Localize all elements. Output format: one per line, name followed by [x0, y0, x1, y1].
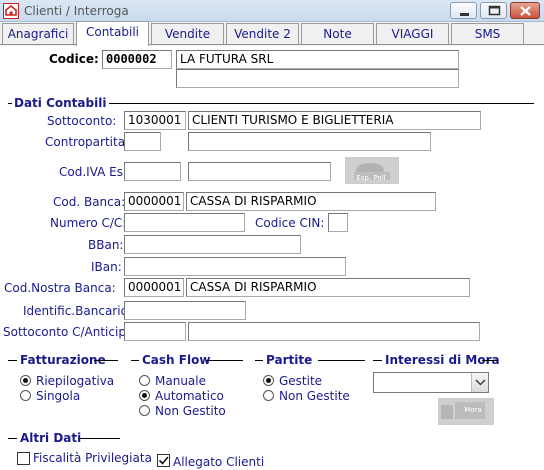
partite-line-left — [255, 360, 263, 361]
contropartita-desc-field[interactable] — [188, 132, 431, 151]
nostrabanca-label: Cod.Nostra Banca: — [4, 281, 116, 295]
iban-label: IBan: — [91, 260, 122, 274]
altri-dati-title: Altri Dati — [20, 431, 82, 445]
identific-label: Identific.Bancario: — [23, 304, 132, 318]
partite-line — [318, 360, 365, 361]
partite-gestite-label: Gestite — [279, 374, 323, 388]
codiva-desc-field[interactable] — [188, 162, 331, 181]
chevron-down-icon[interactable] — [471, 373, 488, 392]
mora-line-left — [373, 360, 382, 361]
esp-poll-label: Esp. Poll. — [356, 174, 387, 182]
cin-label: Codice CIN: — [255, 216, 325, 230]
tab-anagrafici[interactable]: Anagrafici — [2, 23, 74, 44]
tab-contabili[interactable]: Contabili — [76, 21, 149, 46]
fatturazione-riepilogativa-label: Riepilogativa — [36, 374, 115, 388]
fatturazione-line — [94, 360, 118, 361]
codice-label: Codice: — [49, 52, 99, 66]
sottoconto-code-field[interactable]: 1030001 — [124, 111, 186, 130]
sottoconto-label: Sottoconto: — [47, 114, 117, 128]
codice-field[interactable]: 0000002 — [102, 50, 172, 69]
cashflow-title: Cash Flow — [142, 353, 211, 367]
fatturazione-line-left — [8, 360, 17, 361]
nostrabanca-desc-field[interactable]: CASSA DI RISPARMIO — [186, 278, 470, 297]
tab-sms[interactable]: SMS — [451, 23, 524, 44]
fiscalita-privilegiata-label: Fiscalità Privilegiata — [33, 451, 152, 465]
identific-field[interactable] — [124, 301, 246, 320]
cashflow-nongestito-radio[interactable] — [139, 405, 150, 416]
tab-viaggi[interactable]: VIAGGI — [376, 23, 449, 44]
altri-dati-line — [80, 438, 120, 439]
mora-icon: Mora — [441, 402, 485, 419]
cashflow-line-left — [131, 360, 139, 361]
tab-strip: Anagrafici Contabili Vendite Vendite 2 N… — [0, 21, 544, 46]
title-bar: Clienti / Interroga — [0, 0, 544, 22]
maximize-button[interactable] — [480, 2, 507, 19]
maximize-icon — [488, 5, 501, 16]
nostrabanca-code-field[interactable]: 0000001 — [124, 278, 184, 297]
codiva-label: Cod.IVA Es: — [59, 165, 128, 179]
ragione-sociale-2-field[interactable] — [176, 69, 459, 88]
iban-field[interactable] — [124, 257, 346, 276]
cashflow-manuale-radio[interactable] — [139, 375, 150, 386]
tab-note[interactable]: Note — [301, 23, 374, 44]
anticipo-code-field[interactable] — [124, 322, 186, 341]
bban-field[interactable] — [124, 235, 301, 254]
allegato-clienti-checkbox[interactable] — [157, 454, 170, 467]
codiva-code-field[interactable] — [124, 162, 181, 181]
cashflow-manuale-label: Manuale — [155, 374, 206, 388]
minimize-button[interactable] — [450, 2, 477, 19]
fiscalita-privilegiata-checkbox[interactable] — [17, 452, 30, 465]
cin-field[interactable] — [328, 213, 348, 232]
tab-vendite[interactable]: Vendite — [151, 23, 224, 44]
cashflow-automatico-label: Automatico — [155, 389, 224, 403]
codbanca-label: Cod. Banca: — [53, 195, 126, 209]
fatturazione-title: Fatturazione — [20, 353, 106, 367]
fatturazione-singola-radio[interactable] — [20, 390, 31, 401]
fatturazione-riepilogativa-radio[interactable] — [20, 375, 31, 386]
esp-poll-button[interactable]: Esp. Poll. — [345, 157, 399, 184]
altri-dati-line-left — [8, 438, 17, 439]
partite-nongestite-radio[interactable] — [263, 390, 274, 401]
codbanca-code-field[interactable]: 0000001 — [124, 192, 184, 211]
minimize-icon — [460, 13, 469, 16]
partite-nongestite-label: Non Gestite — [279, 389, 350, 403]
close-button[interactable] — [510, 2, 540, 19]
contropartita-label: Contropartita: — [45, 135, 130, 149]
mora-button-label: Mora — [464, 406, 482, 414]
anticipo-label: Sottoconto C/Anticipo: — [3, 325, 138, 339]
numerocc-label: Numero C/C: — [50, 216, 127, 230]
anticipo-desc-field[interactable] — [188, 322, 480, 341]
ragione-sociale-field[interactable]: LA FUTURA SRL — [176, 50, 459, 69]
checkmark-icon — [158, 456, 169, 465]
numerocc-field[interactable] — [124, 213, 245, 232]
mora-button[interactable]: Mora — [438, 398, 494, 425]
cashflow-automatico-radio[interactable] — [139, 390, 150, 401]
section-line — [109, 103, 534, 104]
partite-title: Partite — [266, 353, 313, 367]
esp-poll-icon: Esp. Poll. — [354, 163, 390, 182]
contropartita-code-field[interactable] — [124, 132, 161, 151]
interessi-mora-select[interactable] — [373, 372, 489, 393]
dati-contabili-title: Dati Contabili — [14, 96, 107, 110]
window-title: Clienti / Interroga — [24, 4, 129, 18]
codbanca-desc-field[interactable]: CASSA DI RISPARMIO — [186, 192, 436, 211]
allegato-clienti-label: Allegato Clienti — [173, 455, 265, 469]
app-home-icon — [3, 3, 19, 19]
bban-label: BBan: — [88, 238, 124, 252]
mora-line — [482, 360, 498, 361]
fatturazione-singola-label: Singola — [36, 389, 81, 403]
cashflow-line — [206, 360, 243, 361]
tab-vendite-2[interactable]: Vendite 2 — [226, 23, 299, 44]
cashflow-nongestito-label: Non Gestito — [155, 404, 226, 418]
sottoconto-desc-field[interactable]: CLIENTI TURISMO E BIGLIETTERIA — [188, 111, 481, 130]
section-line-left — [8, 103, 12, 104]
close-icon — [520, 6, 531, 16]
partite-gestite-radio[interactable] — [263, 375, 274, 386]
